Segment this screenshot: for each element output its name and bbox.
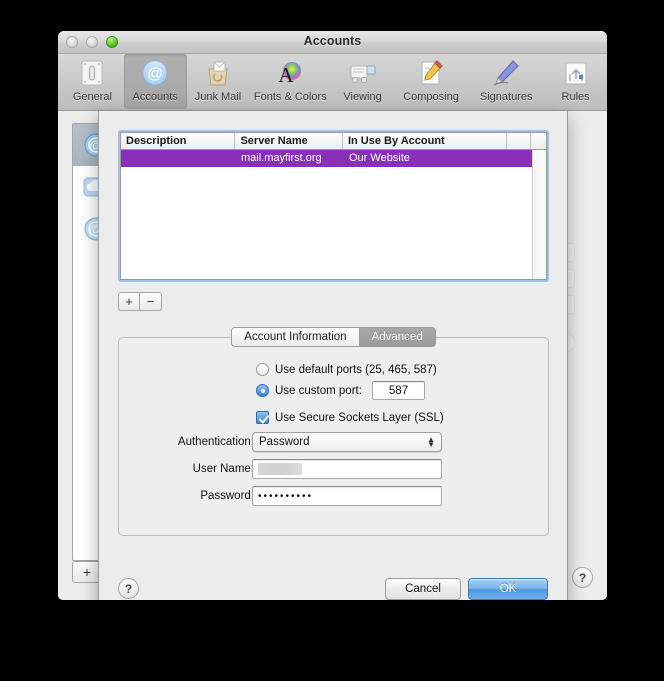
toolbar-item-label: Composing: [403, 91, 459, 103]
username-redacted-value: [258, 463, 302, 475]
column-header-spacer-2[interactable]: [531, 133, 546, 149]
default-ports-radio-row[interactable]: Use default ports (25, 465, 587): [256, 363, 437, 376]
password-input[interactable]: ••••••••••: [252, 486, 442, 506]
toolbar-item-viewing[interactable]: Viewing: [331, 54, 394, 109]
fonts-colors-icon: A: [273, 57, 307, 89]
chevron-updown-icon: ▲ ▼: [427, 435, 435, 449]
table-row[interactable]: mail.mayfirst.org Our Website: [121, 150, 546, 167]
table-body: mail.mayfirst.org Our Website: [121, 150, 546, 167]
tab-advanced[interactable]: Advanced: [359, 327, 436, 347]
server-settings-tabview: Account Information Advanced Use default…: [118, 327, 549, 536]
at-sign-icon: @: [138, 57, 172, 89]
rules-arrows-icon: [559, 57, 593, 89]
junk-mail-bag-icon: [201, 57, 235, 89]
composing-pencil-icon: [414, 57, 448, 89]
checkbox-use-ssl[interactable]: [256, 411, 269, 424]
toolbar-item-label: Rules: [561, 91, 590, 103]
table-header-row: Description Server Name In Use By Accoun…: [121, 133, 546, 150]
toolbar-item-accounts[interactable]: @ Accounts: [123, 54, 187, 109]
toolbar-item-rules[interactable]: Rules: [544, 54, 607, 109]
toolbar: General @ Accounts Junk Mail A Fonts & C…: [58, 54, 607, 111]
main-help-button[interactable]: ?: [572, 567, 593, 588]
custom-port-input[interactable]: 587: [372, 381, 425, 400]
custom-port-radio-row[interactable]: Use custom port:: [256, 384, 362, 397]
toolbar-item-junk-mail[interactable]: Junk Mail: [187, 54, 250, 109]
column-header-in-use-by-account[interactable]: In Use By Account: [343, 133, 508, 149]
smtp-add-remove-control: + −: [118, 292, 162, 311]
smtp-server-list-sheet: Description Server Name In Use By Accoun…: [98, 111, 568, 600]
authentication-select-value: Password: [259, 436, 310, 448]
tab-strip: Account Information Advanced: [118, 327, 549, 347]
toolbar-item-general[interactable]: General: [61, 54, 124, 109]
cell-description: [121, 150, 236, 167]
column-header-spacer-1[interactable]: [507, 133, 532, 149]
smtp-table-focus-ring: Description Server Name In Use By Accoun…: [118, 130, 549, 282]
ssl-checkbox-row[interactable]: Use Secure Sockets Layer (SSL): [256, 411, 444, 424]
page-title: Accounts: [303, 34, 362, 48]
column-header-server-name[interactable]: Server Name: [235, 133, 343, 149]
cell-server-name: mail.mayfirst.org: [241, 152, 322, 164]
window-titlebar[interactable]: Accounts: [58, 31, 607, 54]
radio-default-ports[interactable]: [256, 363, 269, 376]
toolbar-item-label: Accounts: [132, 91, 178, 103]
remove-server-button[interactable]: −: [140, 292, 162, 311]
radio-custom-port[interactable]: [256, 384, 269, 397]
authentication-select[interactable]: Password ▲ ▼: [252, 432, 442, 452]
radio-default-ports-label: Use default ports (25, 465, 587): [275, 363, 437, 376]
add-server-button[interactable]: +: [118, 292, 140, 311]
toolbar-item-fonts-colors[interactable]: A Fonts & Colors: [249, 54, 331, 109]
toolbar-item-label: Signatures: [479, 91, 533, 103]
tab-account-information[interactable]: Account Information: [231, 327, 360, 347]
toolbar-item-label: Fonts & Colors: [253, 91, 327, 103]
ok-button[interactable]: OK: [468, 578, 548, 600]
toolbar-item-label: General: [72, 91, 112, 103]
viewing-icon: [346, 57, 380, 89]
svg-text:A: A: [279, 63, 295, 87]
svg-text:@: @: [147, 66, 163, 83]
column-header-description[interactable]: Description: [121, 133, 236, 149]
advanced-tab-panel: Use default ports (25, 465, 587) Use cus…: [118, 337, 549, 536]
username-input[interactable]: [252, 459, 442, 479]
checkbox-use-ssl-label: Use Secure Sockets Layer (SSL): [275, 411, 444, 424]
toolbar-item-label: Junk Mail: [194, 91, 242, 103]
general-switch-icon: [75, 57, 109, 89]
preferences-window: Accounts General @ Accounts Junk Mail A …: [58, 31, 607, 600]
toolbar-item-signatures[interactable]: Signatures: [468, 54, 544, 109]
radio-custom-port-label: Use custom port:: [275, 384, 362, 397]
toolbar-item-composing[interactable]: Composing: [394, 54, 468, 109]
authentication-label: Authentication:: [177, 436, 254, 448]
cancel-button[interactable]: Cancel: [385, 578, 461, 600]
cell-in-use-by-account: Our Website: [349, 152, 410, 164]
toolbar-item-label: Viewing: [343, 91, 382, 103]
username-label: User Name:: [192, 463, 254, 475]
screen: Accounts General @ Accounts Junk Mail A …: [0, 0, 664, 681]
table-scrollbar[interactable]: [532, 150, 546, 279]
smtp-server-table[interactable]: Description Server Name In Use By Accoun…: [120, 132, 547, 280]
sheet-help-button[interactable]: ?: [118, 578, 139, 599]
password-value: ••••••••••: [258, 490, 314, 502]
password-label: Password:: [200, 490, 254, 502]
signatures-pen-icon: [489, 57, 523, 89]
